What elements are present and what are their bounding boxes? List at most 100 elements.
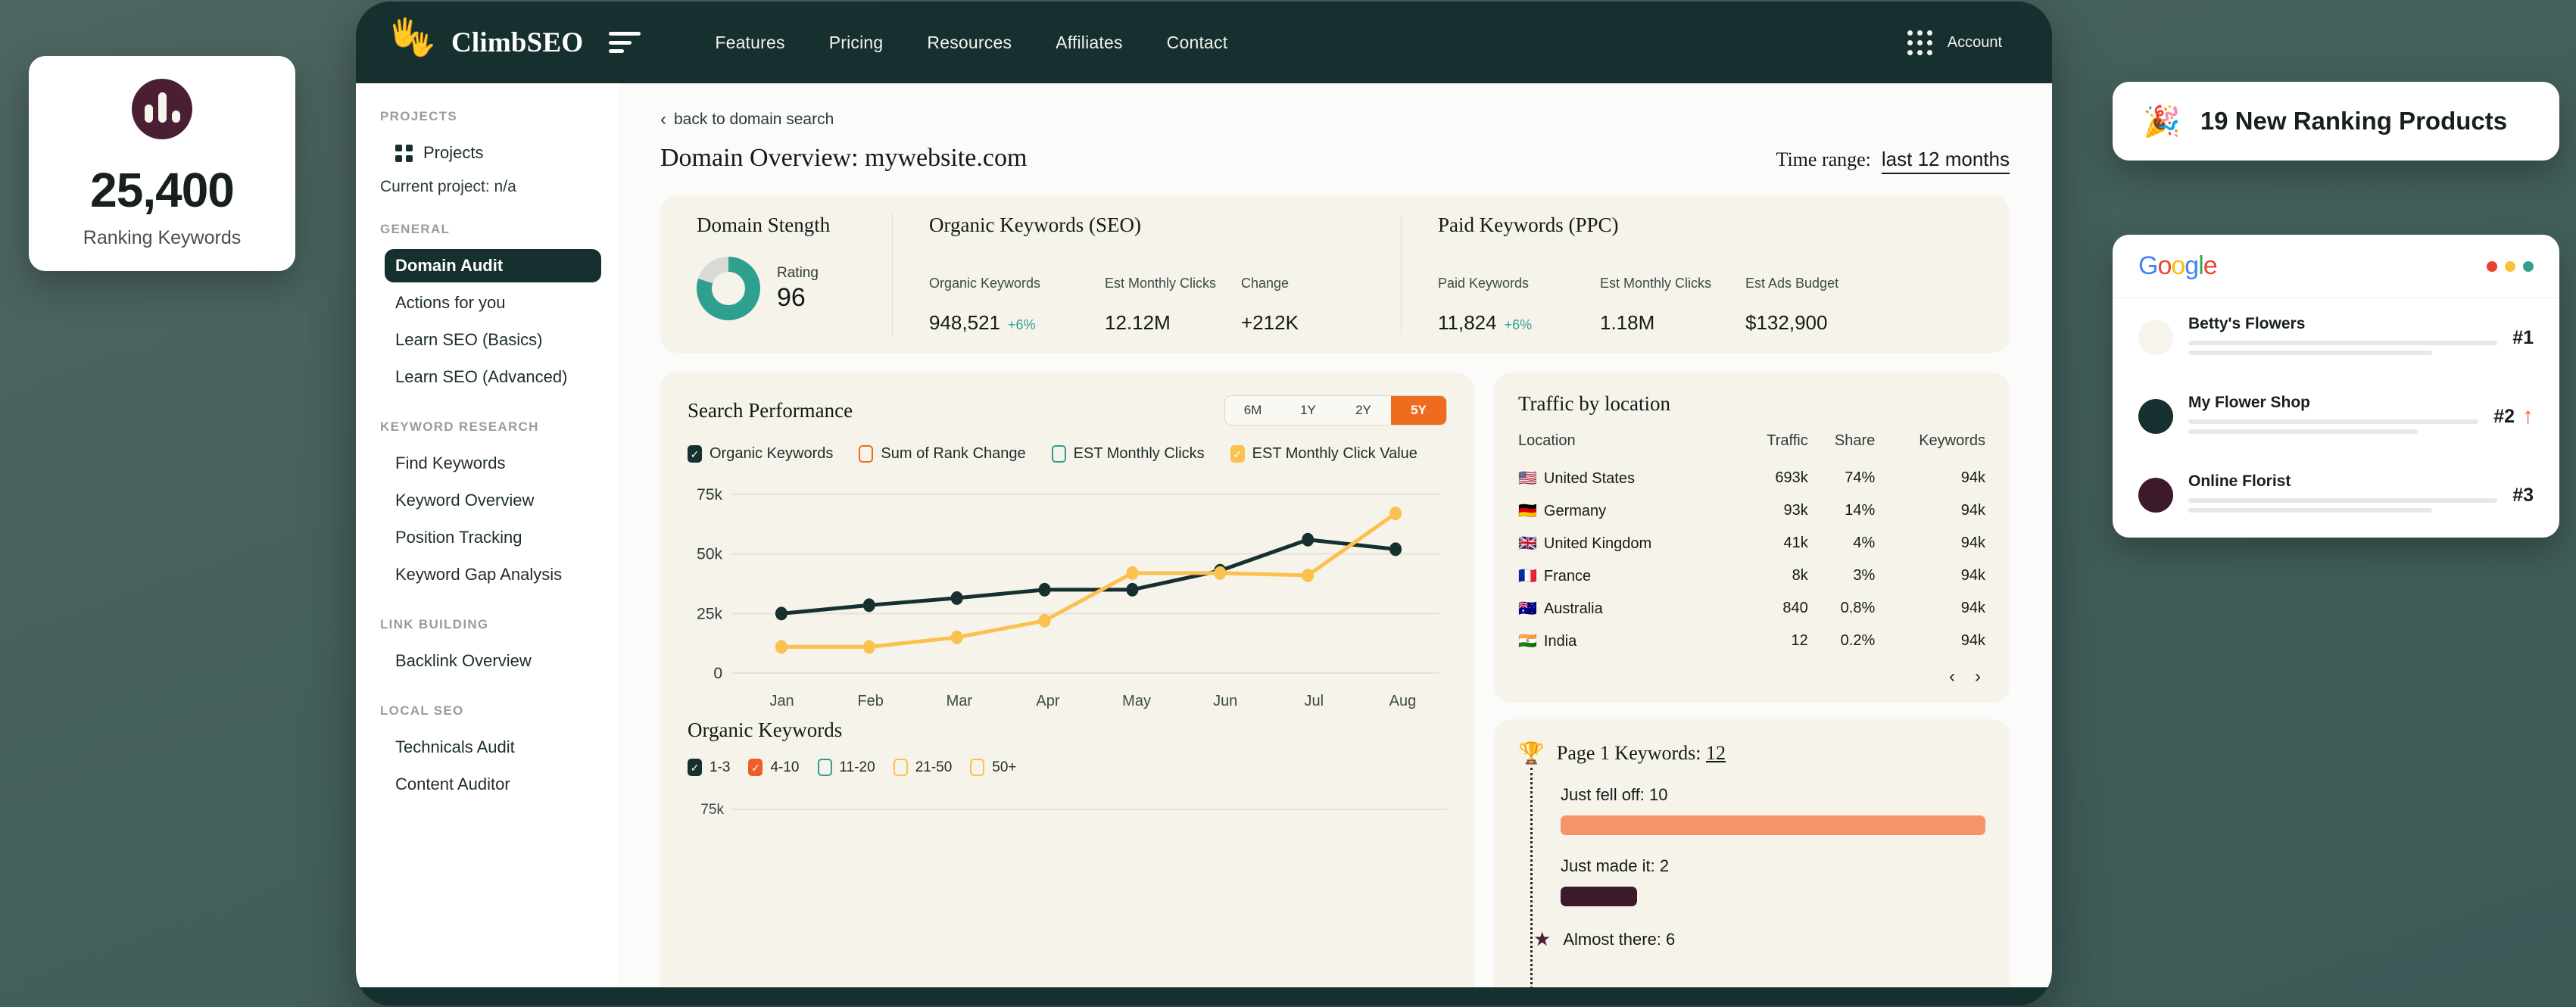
legend-sum-of-rank-change[interactable]: Sum of Rank Change — [859, 445, 1026, 463]
data-point — [775, 606, 787, 621]
metric-paid-est-monthly-clicks: Est Monthly Clicks 1.18M — [1600, 276, 1745, 335]
x-tick: Jul — [1304, 693, 1324, 709]
metric-value: 948,521 — [929, 311, 1000, 334]
data-point — [1038, 582, 1051, 597]
window-controls[interactable] — [2487, 260, 2534, 272]
trophy-icon: 🏆 — [1518, 741, 1545, 765]
google-logo-letter: g — [2185, 251, 2199, 280]
search-performance-chart: 0 25k 50k 75k Jan Feb Mar Apr May Jun Jul A… — [688, 488, 1447, 709]
sidebar-group-label-projects: PROJECTS — [380, 109, 458, 123]
account-button[interactable]: Account — [1948, 34, 2002, 51]
sidebar-item-keyword-overview[interactable]: Keyword Overview — [371, 484, 601, 517]
sidebar-item-backlink-overview[interactable]: Backlink Overview — [371, 644, 601, 678]
sidebar-item-learn-seo-advanced[interactable]: Learn SEO (Advanced) — [371, 360, 601, 394]
sidebar-group-label-local-seo: LOCAL SEO — [380, 703, 464, 718]
serp-result-row[interactable]: Online Florist #3 — [2113, 456, 2559, 535]
data-point — [1389, 507, 1402, 521]
table-row[interactable]: 🇺🇸 United States 693k 74% 94k — [1518, 462, 1985, 494]
sidebar-item-content-auditor[interactable]: Content Auditor — [371, 768, 601, 801]
window-minimize-dot[interactable] — [2505, 260, 2515, 272]
sidebar-item-actions-for-you[interactable]: Actions for you — [371, 286, 601, 320]
metric-organic-keywords: Organic Keywords 948,521 +6% — [929, 276, 1105, 335]
legend-rank-21-50[interactable]: 21-50 — [893, 759, 952, 776]
range-button-5y[interactable]: 5Y — [1391, 396, 1446, 425]
apps-grid-icon[interactable] — [1907, 30, 1932, 55]
data-point — [1302, 532, 1315, 547]
metric-label: Est Monthly Clicks — [1600, 276, 1712, 291]
legend-est-monthly-click-value[interactable]: ✓ EST Monthly Click Value — [1230, 445, 1417, 463]
chevron-left-icon[interactable]: ‹ — [1949, 668, 1955, 686]
checkbox-unchecked-icon[interactable] — [893, 759, 908, 776]
nav-link-features[interactable]: Features — [715, 33, 784, 53]
time-range-segmented-control[interactable]: 6M 1Y 2Y 5Y — [1224, 395, 1447, 426]
sidebar-item-domain-audit[interactable]: Domain Audit — [385, 249, 601, 282]
legend-rank-50-plus[interactable]: 50+ — [970, 759, 1017, 776]
sidebar-item-projects[interactable]: Projects — [371, 136, 601, 170]
checkbox-unchecked-icon[interactable] — [970, 759, 985, 776]
sidebar-group-link-building: LINK BUILDING Backlink Overview — [356, 617, 618, 678]
checkbox-checked-icon[interactable]: ✓ — [1230, 445, 1245, 463]
table-row[interactable]: 🇦🇺 Australia 840 0.8% 94k — [1518, 592, 1985, 625]
checkbox-checked-icon[interactable]: ✓ — [748, 759, 763, 776]
svg-text:75k: 75k — [700, 802, 724, 818]
legend-rank-11-20[interactable]: 11-20 — [817, 759, 875, 776]
sidebar-item-technicals-audit[interactable]: Technicals Audit — [371, 731, 601, 764]
checkbox-unchecked-icon[interactable] — [859, 445, 874, 463]
organic-keywords-title: Organic Keywords (SEO) — [929, 214, 1141, 236]
data-point — [775, 640, 787, 654]
sidebar-item-find-keywords[interactable]: Find Keywords — [371, 447, 601, 480]
placeholder-line — [2188, 508, 2433, 513]
sidebar-item-learn-seo-basics[interactable]: Learn SEO (Basics) — [371, 323, 601, 357]
data-point — [1302, 568, 1315, 582]
nav-link-affiliates[interactable]: Affiliates — [1056, 33, 1123, 53]
metric-label: Paid Keywords — [1438, 276, 1530, 291]
almost-there-label: Almost there: 6 — [1563, 929, 1676, 949]
metric-change: Change +212K — [1241, 276, 1299, 335]
sidebar-item-label: Technicals Audit — [395, 737, 515, 756]
time-range-selector[interactable]: Time range: last 12 months — [1776, 148, 2010, 174]
serp-result-row[interactable]: My Flower Shop #2 ↑ — [2113, 377, 2559, 456]
back-to-domain-search-link[interactable]: ‹ back to domain search — [660, 111, 2010, 129]
new-ranking-products-notification[interactable]: 🎉 19 New Ranking Products — [2113, 82, 2559, 161]
serp-result-row[interactable]: Betty's Flowers #1 — [2113, 298, 2559, 377]
legend-rank-1-3[interactable]: ✓ 1-3 — [688, 759, 730, 776]
menu-burger-icon[interactable] — [609, 32, 641, 53]
sidebar-item-label: Keyword Gap Analysis — [395, 565, 563, 584]
range-button-2y[interactable]: 2Y — [1336, 396, 1391, 425]
chevron-right-icon[interactable]: › — [1975, 668, 1981, 686]
placeholder-line — [2188, 498, 2498, 503]
range-button-6m[interactable]: 6M — [1225, 396, 1280, 425]
checkbox-unchecked-icon[interactable] — [1051, 445, 1066, 463]
legend-rank-4-10[interactable]: ✓ 4-10 — [748, 759, 800, 776]
google-logo: Google — [2138, 251, 2218, 281]
organic-keywords-section: Organic Keywords (SEO) Organic Keywords … — [892, 214, 1401, 335]
window-close-dot[interactable] — [2487, 260, 2497, 272]
range-button-1y[interactable]: 1Y — [1280, 396, 1336, 425]
checkbox-checked-icon[interactable]: ✓ — [688, 445, 702, 463]
checkbox-unchecked-icon[interactable] — [817, 759, 832, 776]
google-logo-letter: e — [2203, 251, 2218, 280]
metric-paid-keywords: Paid Keywords 11,824 +6% — [1438, 276, 1600, 335]
window-maximize-dot[interactable] — [2523, 260, 2534, 272]
traffic-pagination[interactable]: ‹ › — [1518, 668, 1985, 686]
nav-link-contact[interactable]: Contact — [1167, 33, 1228, 53]
legend-est-monthly-clicks[interactable]: EST Monthly Clicks — [1051, 445, 1205, 463]
time-range-value[interactable]: last 12 months — [1881, 148, 2010, 174]
nav-link-resources[interactable]: Resources — [927, 33, 1012, 53]
metric-label: Change — [1241, 276, 1290, 291]
page-1-keywords-title: Page 1 Keywords: 12 — [1557, 742, 1726, 765]
page-1-keywords-count[interactable]: 12 — [1706, 742, 1726, 764]
checkbox-checked-icon[interactable]: ✓ — [688, 759, 702, 776]
legend-organic-keywords[interactable]: ✓ Organic Keywords — [688, 445, 833, 463]
table-row[interactable]: 🇬🇧 United Kingdom 41k 4% 94k — [1518, 527, 1985, 560]
table-row[interactable]: 🇫🇷 France 8k 3% 94k — [1518, 560, 1985, 592]
sidebar-item-position-tracking[interactable]: Position Tracking — [371, 521, 601, 554]
cell-keywords: 94k — [1960, 502, 1985, 519]
brand-logo[interactable]: 🖐 🖐 ClimbSEO — [388, 19, 583, 66]
table-row[interactable]: 🇩🇪 Germany 93k 14% 94k — [1518, 494, 1985, 527]
sidebar-item-keyword-gap-analysis[interactable]: Keyword Gap Analysis — [371, 558, 601, 591]
serp-rank: #3 — [2512, 484, 2534, 506]
google-logo-letter: G — [2138, 251, 2158, 280]
nav-link-pricing[interactable]: Pricing — [829, 33, 884, 53]
table-row[interactable]: 🇮🇳 India 12 0.2% 94k — [1518, 625, 1985, 657]
